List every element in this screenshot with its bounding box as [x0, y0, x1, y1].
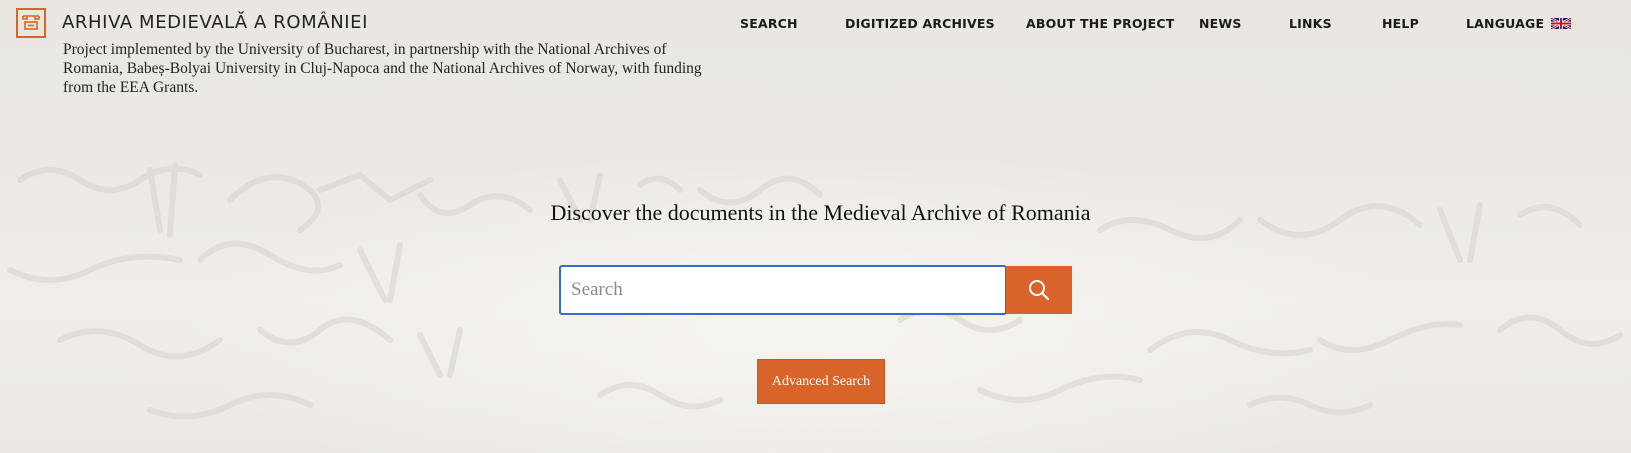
site-title[interactable]: ARHIVA MEDIEVALĂ A ROMÂNIEI [62, 12, 368, 33]
nav-links[interactable]: LINKS [1289, 16, 1332, 31]
nav-search[interactable]: SEARCH [740, 16, 798, 31]
nav-digitized-archives[interactable]: DIGITIZED ARCHIVES [845, 16, 995, 31]
uk-flag-icon[interactable] [1551, 18, 1571, 29]
project-description: Project implemented by the University of… [63, 41, 702, 96]
nav-help[interactable]: HELP [1382, 16, 1419, 31]
nav-language[interactable]: LANGUAGE [1466, 16, 1544, 31]
nav-about-the-project[interactable]: ABOUT THE PROJECT [1026, 16, 1174, 31]
advanced-search-button[interactable]: Advanced Search [757, 359, 885, 404]
search-icon [1029, 280, 1050, 301]
nav-news[interactable]: NEWS [1199, 16, 1242, 31]
search-button[interactable] [1006, 266, 1072, 314]
site-logo-icon[interactable] [16, 8, 46, 38]
search-input[interactable] [559, 265, 1007, 315]
hero-heading: Discover the documents in the Medieval A… [550, 200, 1091, 225]
